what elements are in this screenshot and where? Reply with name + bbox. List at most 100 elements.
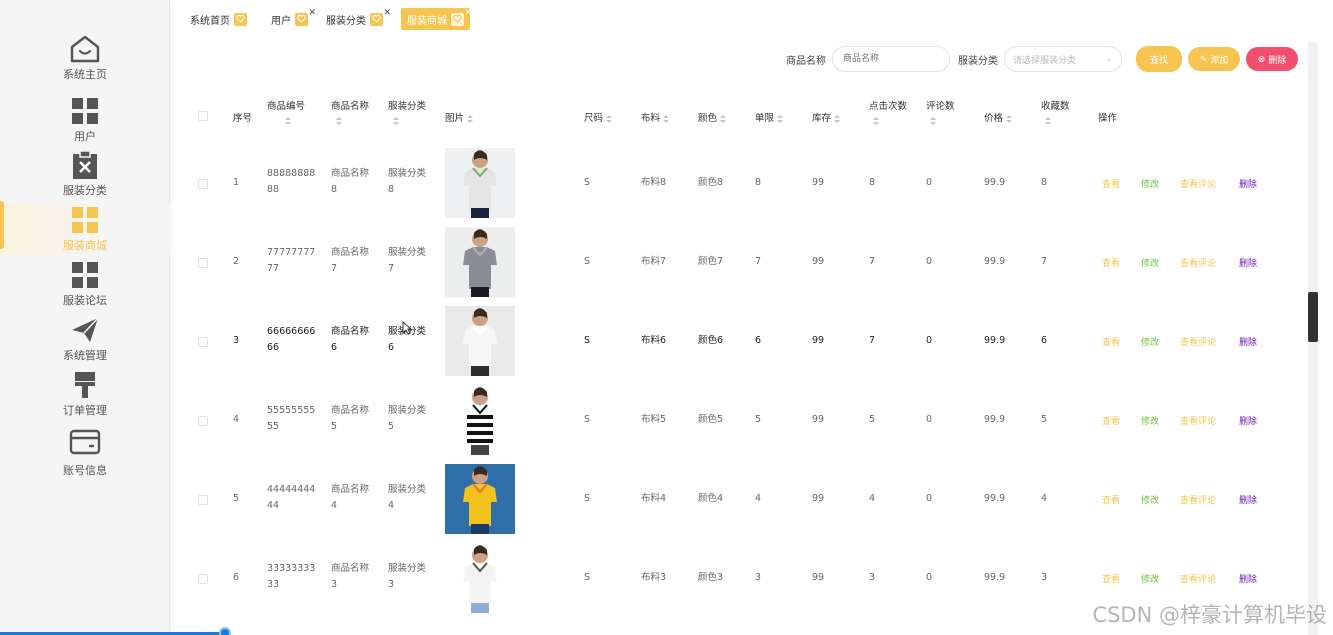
sidebar-item-home[interactable]: 系统主页 bbox=[0, 32, 170, 84]
cell-price: 99.9 bbox=[984, 493, 1006, 504]
sidebar-item-account[interactable]: 账号信息 bbox=[0, 426, 170, 478]
sort-icon[interactable] bbox=[336, 117, 342, 125]
col-code[interactable]: 商品编号 bbox=[267, 98, 305, 125]
col-color[interactable]: 颜色 bbox=[698, 110, 727, 124]
sidebar-item-forum[interactable]: 服装论坛 bbox=[0, 258, 170, 310]
product-image[interactable] bbox=[445, 148, 515, 218]
col-stock-label: 库存 bbox=[812, 113, 832, 124]
add-button[interactable]: ✎ 添加 bbox=[1188, 47, 1240, 71]
col-price[interactable]: 价格 bbox=[984, 110, 1013, 124]
edit-link[interactable]: 修改 bbox=[1141, 177, 1159, 190]
delete-link[interactable]: 删除 bbox=[1239, 177, 1257, 190]
view-link[interactable]: 查看 bbox=[1102, 572, 1120, 585]
sort-icon[interactable] bbox=[834, 114, 841, 123]
view-comments-link[interactable]: 查看评论 bbox=[1180, 414, 1216, 427]
product-image[interactable] bbox=[445, 306, 515, 376]
sidebar-item-system[interactable]: 系统管理 bbox=[0, 313, 170, 365]
delete-link[interactable]: 删除 bbox=[1239, 493, 1257, 506]
table-row[interactable]: 2 77777777 77 商品名称 7 服装分类 7 S 布料7 颜色7 7 99 … bbox=[188, 223, 1318, 302]
edit-link[interactable]: 修改 bbox=[1141, 256, 1159, 269]
close-icon[interactable]: ✕ bbox=[464, 8, 472, 18]
view-link[interactable]: 查看 bbox=[1102, 493, 1120, 506]
close-icon[interactable]: ✕ bbox=[308, 8, 316, 18]
sidebar-item-orders[interactable]: 订单管理 bbox=[0, 368, 170, 420]
sort-icon[interactable] bbox=[285, 117, 291, 125]
row-checkbox[interactable] bbox=[198, 495, 208, 505]
row-checkbox[interactable] bbox=[198, 574, 208, 584]
edit-link[interactable]: 修改 bbox=[1141, 335, 1159, 348]
sort-icon[interactable] bbox=[606, 114, 613, 123]
cell-index: 1 bbox=[233, 177, 240, 188]
view-link[interactable]: 查看 bbox=[1102, 256, 1120, 269]
table-row[interactable]: 5 44444444 44 商品名称 4 服装分类 4 S 布料4 颜色4 4 99 … bbox=[188, 460, 1318, 539]
sort-icon[interactable] bbox=[467, 114, 474, 123]
delete-link[interactable]: 删除 bbox=[1239, 414, 1257, 427]
row-checkbox[interactable] bbox=[198, 337, 208, 347]
product-image[interactable] bbox=[445, 543, 515, 613]
product-image[interactable] bbox=[445, 464, 515, 534]
delete-link[interactable]: 删除 bbox=[1239, 335, 1257, 348]
tab-home[interactable]: 系统首页 bbox=[190, 8, 247, 30]
delete-link[interactable]: 删除 bbox=[1239, 572, 1257, 585]
cell-code-line1: 44444444 bbox=[267, 484, 316, 495]
edit-link[interactable]: 修改 bbox=[1141, 414, 1159, 427]
view-link[interactable]: 查看 bbox=[1102, 335, 1120, 348]
delete-button[interactable]: ⊗ 删除 bbox=[1246, 47, 1298, 71]
delete-link[interactable]: 删除 bbox=[1239, 256, 1257, 269]
edit-link[interactable]: 修改 bbox=[1141, 572, 1159, 585]
name-search-input[interactable] bbox=[832, 46, 950, 72]
sort-icon[interactable] bbox=[1045, 117, 1051, 125]
view-link[interactable]: 查看 bbox=[1102, 177, 1120, 190]
edit-link[interactable]: 修改 bbox=[1141, 493, 1159, 506]
view-comments-link[interactable]: 查看评论 bbox=[1180, 335, 1216, 348]
sidebar-item-users[interactable]: 用户 bbox=[0, 94, 170, 146]
cell-size: S bbox=[584, 256, 591, 267]
select-all-checkbox[interactable] bbox=[198, 111, 208, 121]
cell-name: 商品名称 6 bbox=[331, 324, 369, 356]
search-button[interactable]: 查找 bbox=[1136, 46, 1182, 72]
sort-icon[interactable] bbox=[663, 114, 670, 123]
col-limit[interactable]: 单限 bbox=[755, 110, 784, 124]
cell-color: 颜色7 bbox=[698, 256, 724, 267]
category-select[interactable]: 请选择服装分类 ⌄ bbox=[1004, 46, 1122, 72]
tab-category[interactable]: 服装分类 ✕ bbox=[326, 8, 391, 30]
col-clicks[interactable]: 点击次数 bbox=[869, 98, 907, 125]
col-name[interactable]: 商品名称 bbox=[331, 98, 369, 125]
close-icon[interactable]: ✕ bbox=[383, 8, 391, 18]
scrollbar-thumb[interactable] bbox=[1308, 292, 1318, 342]
view-comments-link[interactable]: 查看评论 bbox=[1180, 493, 1216, 506]
sort-icon[interactable] bbox=[720, 114, 727, 123]
col-favorites[interactable]: 收藏数 bbox=[1041, 98, 1070, 125]
view-comments-link[interactable]: 查看评论 bbox=[1180, 177, 1216, 190]
tab-shop[interactable]: 服装商城 ✕ bbox=[401, 8, 472, 30]
sort-icon[interactable] bbox=[873, 117, 879, 125]
brush-icon bbox=[67, 368, 103, 402]
col-stock[interactable]: 库存 bbox=[812, 110, 841, 124]
col-image[interactable]: 图片 bbox=[445, 110, 474, 124]
table-row[interactable]: 4 55555555 55 商品名称 5 服装分类 5 S 布料5 颜色5 5 99 … bbox=[188, 381, 1318, 460]
sort-icon[interactable] bbox=[1006, 114, 1013, 123]
col-category[interactable]: 服装分类 bbox=[388, 98, 426, 125]
sort-icon[interactable] bbox=[777, 114, 784, 123]
row-checkbox[interactable] bbox=[198, 258, 208, 268]
product-image[interactable] bbox=[445, 227, 515, 297]
view-link[interactable]: 查看 bbox=[1102, 414, 1120, 427]
sidebar-item-category[interactable]: 服装分类 bbox=[0, 148, 170, 200]
view-comments-link[interactable]: 查看评论 bbox=[1180, 256, 1216, 269]
cell-code: 66666666 66 bbox=[267, 324, 315, 356]
table-row[interactable]: 1 88888888 88 商品名称 8 服装分类 8 S 布料8 颜色8 8 99 … bbox=[188, 144, 1318, 223]
col-fabric[interactable]: 布料 bbox=[641, 110, 670, 124]
sidebar-item-shop[interactable]: 服装商城 bbox=[0, 201, 170, 255]
table-row[interactable]: 3 6666666666 商品名称6 服装分类6 S 布料6 颜色6 6 99 … bbox=[188, 302, 1318, 381]
app-window: 系统主页 用户 服装分类 服装商城 服装论坛 系统管理 订单管理 账号信息 系统… bbox=[0, 0, 1333, 635]
row-checkbox[interactable] bbox=[198, 416, 208, 426]
product-image[interactable] bbox=[445, 385, 515, 455]
col-size[interactable]: 尺码 bbox=[584, 110, 613, 124]
view-comments-link[interactable]: 查看评论 bbox=[1180, 572, 1216, 585]
sidebar-item-label: 服装分类 bbox=[63, 184, 107, 197]
col-comments[interactable]: 评论数 bbox=[926, 98, 955, 125]
row-checkbox[interactable] bbox=[198, 179, 208, 189]
sort-icon[interactable] bbox=[930, 117, 936, 125]
sort-icon[interactable] bbox=[393, 117, 399, 125]
tab-users[interactable]: 用户 ✕ bbox=[271, 8, 316, 30]
